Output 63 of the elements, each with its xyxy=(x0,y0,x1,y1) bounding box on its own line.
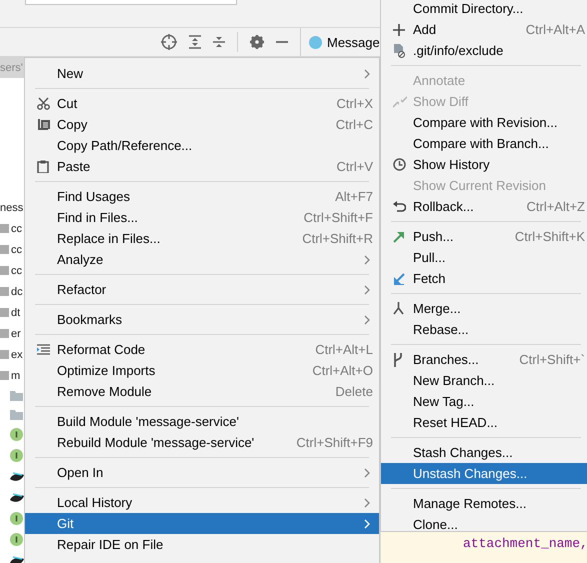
tree-item[interactable]: m xyxy=(0,365,24,386)
tree-item[interactable]: dt xyxy=(0,302,24,323)
menu-item[interactable]: Build Module 'message-service' xyxy=(25,411,379,432)
menu-item[interactable]: Repair IDE on File xyxy=(25,534,379,555)
menu-item[interactable]: Copy Ctrl+C xyxy=(25,114,379,135)
menu-item[interactable]: Manage Remotes... xyxy=(381,493,587,514)
menu-item[interactable]: Optimize Imports Ctrl+Alt+O xyxy=(25,360,379,381)
menu-item[interactable]: Paste Ctrl+V xyxy=(25,156,379,177)
menu-item[interactable]: Remove Module Delete xyxy=(25,381,379,402)
menu-item[interactable]: .git/info/exclude xyxy=(381,40,587,61)
menu-item[interactable]: Reset HEAD... xyxy=(381,412,587,433)
menu-item[interactable]: Bookmarks xyxy=(25,309,379,330)
menu-item[interactable]: Compare with Branch... xyxy=(381,133,587,154)
menu-item[interactable]: Stash Changes... xyxy=(381,442,587,463)
shortcut-label: Delete xyxy=(335,384,373,399)
menu-item[interactable]: Copy Path/Reference... xyxy=(25,135,379,156)
menu-item[interactable]: New xyxy=(25,63,379,84)
shortcut-label: Ctrl+Shift+F xyxy=(304,210,373,225)
shortcut-label: Ctrl+V xyxy=(336,159,373,174)
menu-item[interactable]: Analyze xyxy=(25,249,379,270)
menu-item[interactable]: Clone... xyxy=(381,514,587,535)
shortcut-label: Alt+F7 xyxy=(335,189,373,204)
shortcut-label: Ctrl+C xyxy=(336,117,373,132)
shortcut-label: Ctrl+Shift+K xyxy=(514,229,585,244)
shortcut-label: Ctrl+Alt+Z xyxy=(526,199,585,214)
menu-item[interactable]: Branches... Ctrl+Shift+` xyxy=(381,349,587,370)
menu-item[interactable]: Find Usages Alt+F7 xyxy=(25,186,379,207)
shortcut-label: Ctrl+Shift+` xyxy=(519,352,585,367)
menu-item[interactable]: Git xyxy=(25,513,379,534)
tree-item[interactable]: ness xyxy=(0,197,24,218)
menu-item[interactable]: Reformat Code Ctrl+Alt+L xyxy=(25,339,379,360)
shortcut-label: Ctrl+Alt+O xyxy=(312,363,373,378)
menu-item[interactable]: Find in Files... Ctrl+Shift+F xyxy=(25,207,379,228)
menu-item[interactable]: Show History xyxy=(381,154,587,175)
menu-item[interactable]: Cut Ctrl+X xyxy=(25,93,379,114)
menu-item[interactable]: Push... Ctrl+Shift+K xyxy=(381,226,587,247)
tree-item[interactable]: cc xyxy=(0,218,24,239)
menu-item[interactable]: Open In xyxy=(25,462,379,483)
menu-item[interactable]: Rebuild Module 'message-service' Ctrl+Shift+F9 xyxy=(25,432,379,453)
menu-item[interactable]: Unstash Changes... xyxy=(381,463,587,484)
tree-item[interactable]: er xyxy=(0,323,24,344)
shortcut-label: Ctrl+X xyxy=(336,96,373,111)
menu-item[interactable]: Rebase... xyxy=(381,319,587,340)
shortcut-label: Ctrl+Alt+A xyxy=(526,22,585,37)
menu-item[interactable]: Merge... xyxy=(381,298,587,319)
menu-item[interactable]: Refactor xyxy=(25,279,379,300)
tree-item[interactable]: cc xyxy=(0,260,24,281)
menu-item[interactable]: Replace in Files... Ctrl+Shift+R xyxy=(25,228,379,249)
menu-item[interactable]: Pull... xyxy=(381,247,587,268)
tree-item[interactable]: cc xyxy=(0,239,24,260)
code-text: attachment_name, xyxy=(463,536,587,551)
menu-item[interactable]: New Branch... xyxy=(381,370,587,391)
menu-item[interactable]: New Tag... xyxy=(381,391,587,412)
shortcut-label: Ctrl+Alt+L xyxy=(315,342,373,357)
menu-item[interactable]: Rollback... Ctrl+Alt+Z xyxy=(381,196,587,217)
menu-item[interactable]: Compare with Revision... xyxy=(381,112,587,133)
shortcut-label: Ctrl+Shift+F9 xyxy=(296,435,373,450)
tree-item[interactable]: ex xyxy=(0,344,24,365)
menu-item[interactable]: Local History xyxy=(25,492,379,513)
menu-item[interactable]: Fetch xyxy=(381,268,587,289)
menu-item[interactable]: Add Ctrl+Alt+A xyxy=(381,19,587,40)
tree-item[interactable]: dc xyxy=(0,281,24,302)
shortcut-label: Ctrl+Shift+R xyxy=(302,231,373,246)
